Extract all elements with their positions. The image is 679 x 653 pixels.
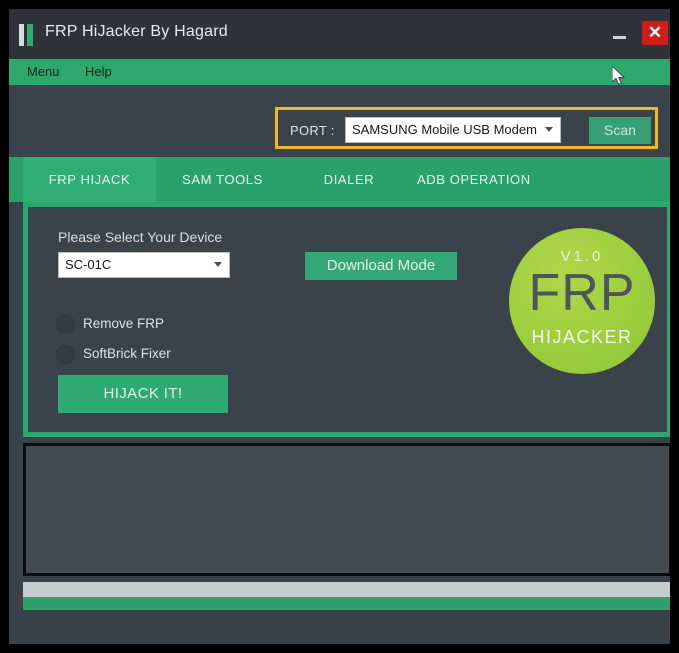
scan-button-label: Scan — [604, 122, 636, 138]
scan-button[interactable]: Scan — [589, 117, 651, 144]
logo-title: FRP — [528, 264, 636, 322]
application-window: FRP HiJacker By Hagard ✕ Menu Help PORT … — [9, 9, 670, 644]
hijack-it-button-label: HIJACK IT! — [103, 385, 183, 402]
port-label: PORT : — [290, 123, 335, 138]
progress-bar-accent — [23, 597, 670, 610]
download-mode-button[interactable]: Download Mode — [305, 252, 457, 280]
title-bar: FRP HiJacker By Hagard ✕ — [9, 9, 670, 59]
radio-remove-frp-label: Remove FRP — [83, 316, 165, 331]
window-title: FRP HiJacker By Hagard — [45, 23, 228, 40]
radio-softbrick-fixer-label: SoftBrick Fixer — [83, 346, 171, 361]
app-bars-icon — [19, 24, 37, 46]
log-output[interactable] — [23, 443, 670, 576]
radio-icon — [56, 345, 75, 364]
progress-bar — [23, 582, 670, 597]
radio-icon — [56, 315, 75, 334]
port-select[interactable]: SAMSUNG Mobile USB Modem ( — [345, 117, 561, 143]
tab-adb-operation[interactable]: ADB OPERATION — [409, 157, 584, 202]
port-bar — [9, 85, 670, 157]
download-mode-button-label: Download Mode — [326, 257, 436, 274]
device-select-label: Please Select Your Device — [58, 229, 223, 245]
port-select-value: SAMSUNG Mobile USB Modem ( — [352, 122, 538, 137]
tab-frp-hijack[interactable]: FRP HIJACK — [23, 157, 156, 202]
frp-hijack-panel: Please Select Your Device SC-01C Remove … — [23, 202, 670, 437]
logo-subtitle: HIJACKER — [531, 327, 633, 347]
chevron-down-icon — [545, 127, 554, 133]
frp-hijack-panel-inner: Please Select Your Device SC-01C Remove … — [28, 207, 667, 432]
device-select[interactable]: SC-01C — [58, 252, 230, 278]
close-button[interactable]: ✕ — [642, 21, 668, 45]
close-icon: ✕ — [647, 23, 663, 42]
tab-dialer[interactable]: DIALER — [289, 157, 409, 202]
menu-bar: Menu Help — [9, 59, 670, 85]
menu-item-help[interactable]: Help — [85, 63, 112, 81]
status-bar — [9, 610, 670, 644]
menu-item-menu[interactable]: Menu — [27, 63, 60, 81]
tab-sam-tools[interactable]: SAM TOOLS — [156, 157, 289, 202]
frp-hijacker-logo: V1.0 FRP HIJACKER — [509, 228, 655, 374]
minimize-button[interactable] — [609, 25, 631, 45]
logo-version: V1.0 — [560, 248, 604, 265]
device-select-value: SC-01C — [65, 257, 112, 272]
hijack-it-button[interactable]: HIJACK IT! — [58, 375, 228, 413]
tab-bar: FRP HIJACK SAM TOOLS DIALER ADB OPERATIO… — [9, 157, 670, 202]
chevron-down-icon — [214, 262, 223, 268]
